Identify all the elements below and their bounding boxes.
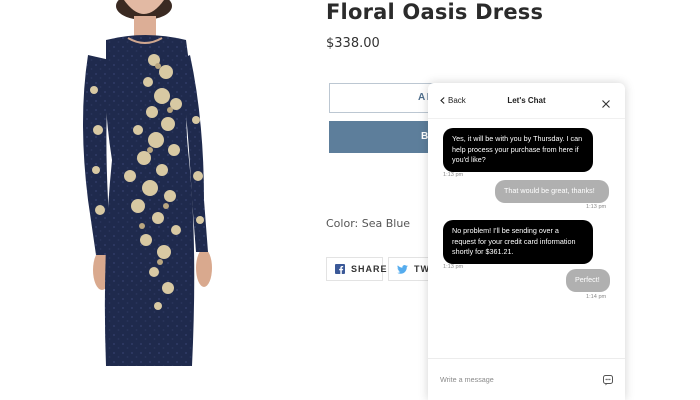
chat-message-agent: No problem! I'll be sending over a reque… — [443, 220, 593, 264]
twitter-icon — [397, 264, 408, 274]
color-label: Color: Sea Blue — [326, 217, 411, 230]
chat-message-input[interactable] — [440, 372, 590, 386]
chat-title: Let's Chat — [507, 96, 546, 105]
share-facebook-label: SHARE — [351, 264, 388, 274]
facebook-icon — [335, 264, 345, 274]
chat-message-time: 1:13 pm — [443, 172, 464, 178]
close-icon[interactable] — [601, 96, 611, 108]
chat-header: Back Let's Chat — [428, 83, 625, 119]
chat-message-user: That would be great, thanks! — [495, 180, 609, 203]
product-price: $338.00 — [326, 36, 380, 51]
chat-message-agent: Yes, it will be with you by Thursday. I … — [443, 128, 593, 172]
product-title: Floral Oasis Dress — [326, 0, 544, 24]
dress-photo — [58, 0, 218, 366]
share-facebook-button[interactable]: SHARE — [326, 257, 387, 281]
chat-message-time: 1:13 pm — [443, 264, 464, 270]
chat-message-user: Perfect! — [566, 269, 610, 292]
chat-panel: Back Let's Chat Yes, it will be with you… — [428, 83, 625, 400]
chat-message-time: 1:14 pm — [586, 294, 607, 300]
chat-divider — [428, 358, 625, 359]
send-icon[interactable] — [602, 373, 614, 386]
chat-message-time: 1:13 pm — [586, 204, 607, 210]
